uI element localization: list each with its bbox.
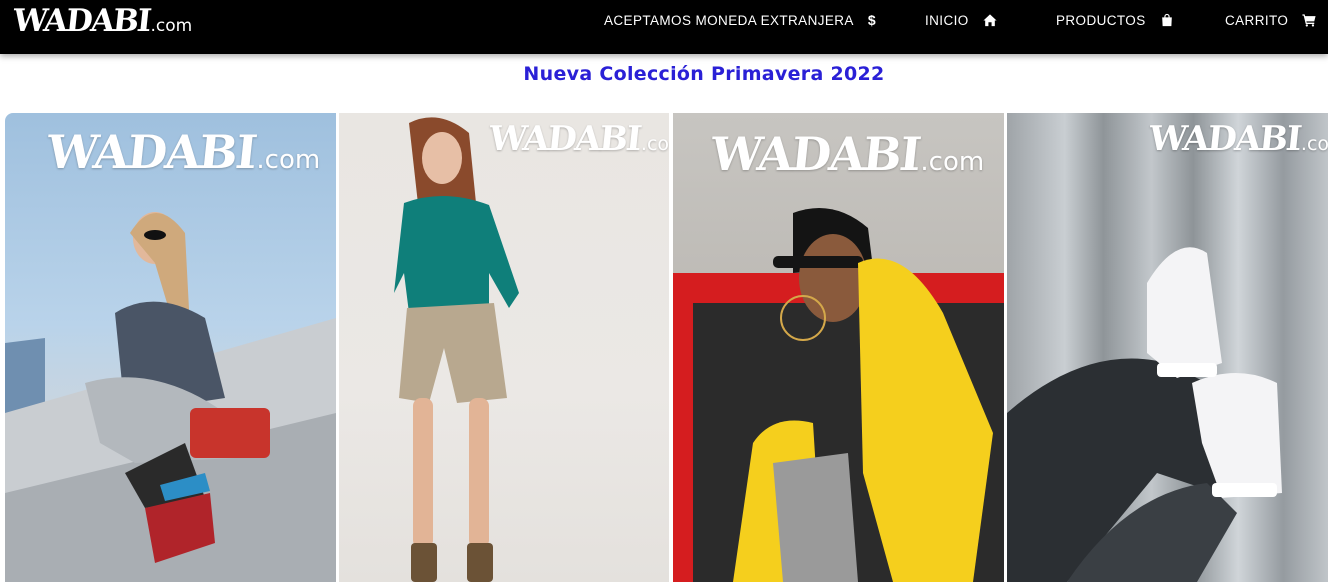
- photo-2-watermark-name: WADABI: [486, 119, 643, 159]
- photo-3-scene: [673, 208, 1004, 582]
- nav-item-products-label: PRODUCTOS: [1056, 12, 1146, 28]
- photo-1-watermark-name: WADABI: [44, 125, 259, 179]
- gallery-photo-1[interactable]: WADABI .com: [5, 113, 336, 582]
- home-icon: [983, 13, 997, 27]
- photo-3-watermark-name: WADABI: [708, 127, 923, 181]
- brand-logo[interactable]: WADABI .com: [11, 3, 193, 44]
- brand-logo-name: WADABI: [11, 3, 152, 39]
- nav-item-cart-label: CARRITO: [1225, 12, 1289, 28]
- cart-icon: [1302, 13, 1316, 27]
- collection-headline: Nueva Colección Primavera 2022: [523, 63, 885, 85]
- photo-3-watermark-suffix: .com: [920, 147, 985, 177]
- top-navigation-bar: WADABI .com ACEPTAMOS MONEDA EXTRANJERA …: [0, 0, 1328, 54]
- nav-item-home-label: INICIO: [925, 12, 969, 28]
- nav-item-currency-label: ACEPTAMOS MONEDA EXTRANJERA: [604, 12, 854, 28]
- photo-1-watermark-suffix: .com: [256, 145, 321, 175]
- photo-1-scene: [5, 212, 336, 582]
- dollar-icon: $: [867, 12, 877, 28]
- photo-4-watermark-name: WADABI: [1146, 119, 1303, 159]
- nav-item-home[interactable]: INICIO: [925, 0, 997, 40]
- photo-1-watermark: WADABI .com: [44, 125, 321, 179]
- gallery-photo-3[interactable]: WADABI .com: [673, 113, 1004, 582]
- nav-item-currency[interactable]: ACEPTAMOS MONEDA EXTRANJERA $: [604, 0, 882, 40]
- shopping-bag-icon: [1160, 13, 1174, 27]
- photo-2-watermark: WADABI .com: [486, 119, 669, 159]
- photo-2-watermark-suffix: .com: [640, 133, 669, 155]
- collection-gallery: WADABI .com WADABI .com: [0, 113, 1328, 582]
- gallery-photo-4[interactable]: WADABI .com: [1007, 113, 1328, 582]
- nav-item-cart[interactable]: CARRITO: [1225, 0, 1316, 40]
- photo-2-scene: [394, 117, 519, 582]
- photo-4-scene: [1007, 247, 1282, 582]
- brand-logo-suffix: .com: [150, 16, 193, 36]
- photo-4-watermark-suffix: .com: [1300, 133, 1328, 155]
- nav-item-products[interactable]: PRODUCTOS: [1056, 0, 1174, 40]
- photo-4-watermark: WADABI .com: [1146, 119, 1328, 159]
- photo-3-watermark: WADABI .com: [708, 127, 985, 181]
- gallery-photo-2[interactable]: WADABI .com: [339, 113, 669, 582]
